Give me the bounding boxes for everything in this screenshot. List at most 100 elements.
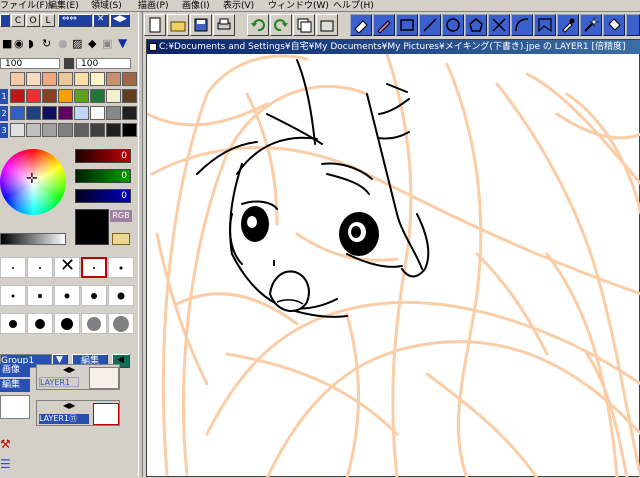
mode-o-button[interactable]: O: [26, 14, 40, 27]
mode-l-button[interactable]: L: [41, 14, 55, 27]
text-tool[interactable]: [626, 14, 640, 36]
color-swatch[interactable]: [26, 72, 41, 86]
hammer-icon[interactable]: ⚒: [0, 437, 11, 451]
color-swatch[interactable]: [42, 89, 57, 103]
brush-size-option[interactable]: [108, 313, 134, 334]
color-swatch[interactable]: [58, 106, 73, 120]
brush-size-option[interactable]: [0, 257, 26, 278]
ellipse-tool[interactable]: [442, 14, 464, 36]
panel-grip[interactable]: [0, 14, 10, 27]
red-slider[interactable]: 0: [75, 149, 131, 163]
rect-tool[interactable]: [396, 14, 418, 36]
slider-handle[interactable]: [64, 58, 74, 69]
color-swatch[interactable]: [10, 123, 25, 137]
image-tab[interactable]: 画像: [0, 364, 30, 377]
diamond-icon[interactable]: ◆: [88, 37, 96, 50]
color-swatch[interactable]: [42, 72, 57, 86]
drawing-canvas[interactable]: [147, 54, 640, 478]
color-swatch[interactable]: [122, 89, 137, 103]
color-swatch[interactable]: [42, 123, 57, 137]
layer-merge-button[interactable]: [316, 14, 338, 36]
color-wheel[interactable]: ✛: [0, 149, 66, 215]
print-button[interactable]: [213, 14, 235, 36]
polygon-tool[interactable]: [465, 14, 487, 36]
blue-slider[interactable]: 0: [75, 189, 131, 203]
menu-image[interactable]: 画像(I): [182, 0, 210, 11]
color-swatch[interactable]: [26, 106, 41, 120]
eraser-tool[interactable]: [350, 14, 372, 36]
color-swatch[interactable]: [106, 72, 121, 86]
green-slider[interactable]: 0: [75, 169, 131, 183]
color-swatch[interactable]: [10, 106, 25, 120]
color-swatch[interactable]: [74, 89, 89, 103]
wand-tool[interactable]: [580, 14, 602, 36]
menu-select[interactable]: 領域(S): [91, 0, 122, 11]
color-swatch[interactable]: [74, 106, 89, 120]
menu-window[interactable]: ウィンドウ(W): [268, 0, 329, 11]
current-color[interactable]: [75, 209, 109, 245]
color-swatch[interactable]: [58, 72, 73, 86]
color-swatch[interactable]: [42, 106, 57, 120]
density-field[interactable]: 100: [76, 58, 131, 69]
color-swatch[interactable]: [26, 123, 41, 137]
brush-size-option[interactable]: [54, 313, 80, 334]
color-swatch[interactable]: [10, 89, 25, 103]
redo-button[interactable]: [270, 14, 292, 36]
color-swatch[interactable]: [74, 123, 89, 137]
layer-row-1[interactable]: ◀▶ LAYER1: [36, 364, 120, 390]
brush-size-option[interactable]: [108, 285, 134, 306]
menu-help[interactable]: ヘルプ(H): [333, 0, 374, 11]
lasso-icon[interactable]: ◗: [28, 37, 34, 50]
color-swatch[interactable]: [106, 123, 121, 137]
brush-size-option[interactable]: [81, 285, 107, 306]
edit-tab[interactable]: 編集: [0, 379, 30, 392]
menu-file[interactable]: ファイル(F): [0, 0, 48, 11]
circle-icon[interactable]: ●: [58, 37, 68, 50]
folder-icon[interactable]: [112, 233, 130, 245]
dot-icon[interactable]: ◉: [14, 37, 24, 50]
color-swatch[interactable]: [74, 72, 89, 86]
layer-row-2[interactable]: ◀▶ LAYER1⑪: [36, 400, 120, 426]
menu-view[interactable]: 表示(V): [223, 0, 254, 11]
brush-size-option[interactable]: [81, 257, 107, 278]
dropper-tool[interactable]: [557, 14, 579, 36]
visibility-icon[interactable]: ◀▶: [63, 365, 75, 374]
color-swatch[interactable]: [106, 89, 121, 103]
color-swatch[interactable]: [122, 123, 137, 137]
arrows-button[interactable]: ◀▶: [110, 14, 130, 27]
color-swatch[interactable]: [58, 89, 73, 103]
color-swatch[interactable]: [122, 106, 137, 120]
select-tool[interactable]: [534, 14, 556, 36]
value-gradient[interactable]: [0, 233, 66, 245]
brush-size-option[interactable]: [54, 285, 80, 306]
pen-tool[interactable]: [373, 14, 395, 36]
dropdown-icon[interactable]: ▼: [118, 36, 127, 50]
brush-size-option[interactable]: [0, 313, 26, 334]
color-swatch[interactable]: [90, 123, 105, 137]
curve-tool[interactable]: [511, 14, 533, 36]
layer-copy-button[interactable]: [293, 14, 315, 36]
copy-icon[interactable]: ▨: [72, 37, 82, 50]
mode-c-button[interactable]: C: [11, 14, 25, 27]
swap-button[interactable]: ⇔⇔: [58, 14, 92, 27]
brush-size-option[interactable]: [27, 313, 53, 334]
close-icon-button[interactable]: ✕: [93, 14, 109, 27]
visibility-icon-2[interactable]: ◀▶: [63, 401, 75, 410]
color-swatch[interactable]: [90, 89, 105, 103]
undo-button[interactable]: [247, 14, 269, 36]
menu-draw[interactable]: 描画(P): [138, 0, 168, 11]
brush-size-option[interactable]: [27, 285, 53, 306]
save-button[interactable]: [190, 14, 212, 36]
opacity-field[interactable]: 100: [0, 58, 60, 69]
color-swatch[interactable]: [90, 106, 105, 120]
color-swatch[interactable]: [58, 123, 73, 137]
brush-size-option[interactable]: ✕: [54, 255, 80, 278]
open-button[interactable]: [167, 14, 189, 36]
brush-size-option[interactable]: [27, 257, 53, 278]
box-icon[interactable]: ▣: [102, 37, 112, 50]
cross-tool[interactable]: [488, 14, 510, 36]
brush-size-option[interactable]: [108, 257, 134, 278]
list-icon[interactable]: ☰: [0, 457, 11, 471]
square-icon[interactable]: ■: [2, 37, 12, 50]
rgb-label[interactable]: RGB: [110, 210, 132, 222]
